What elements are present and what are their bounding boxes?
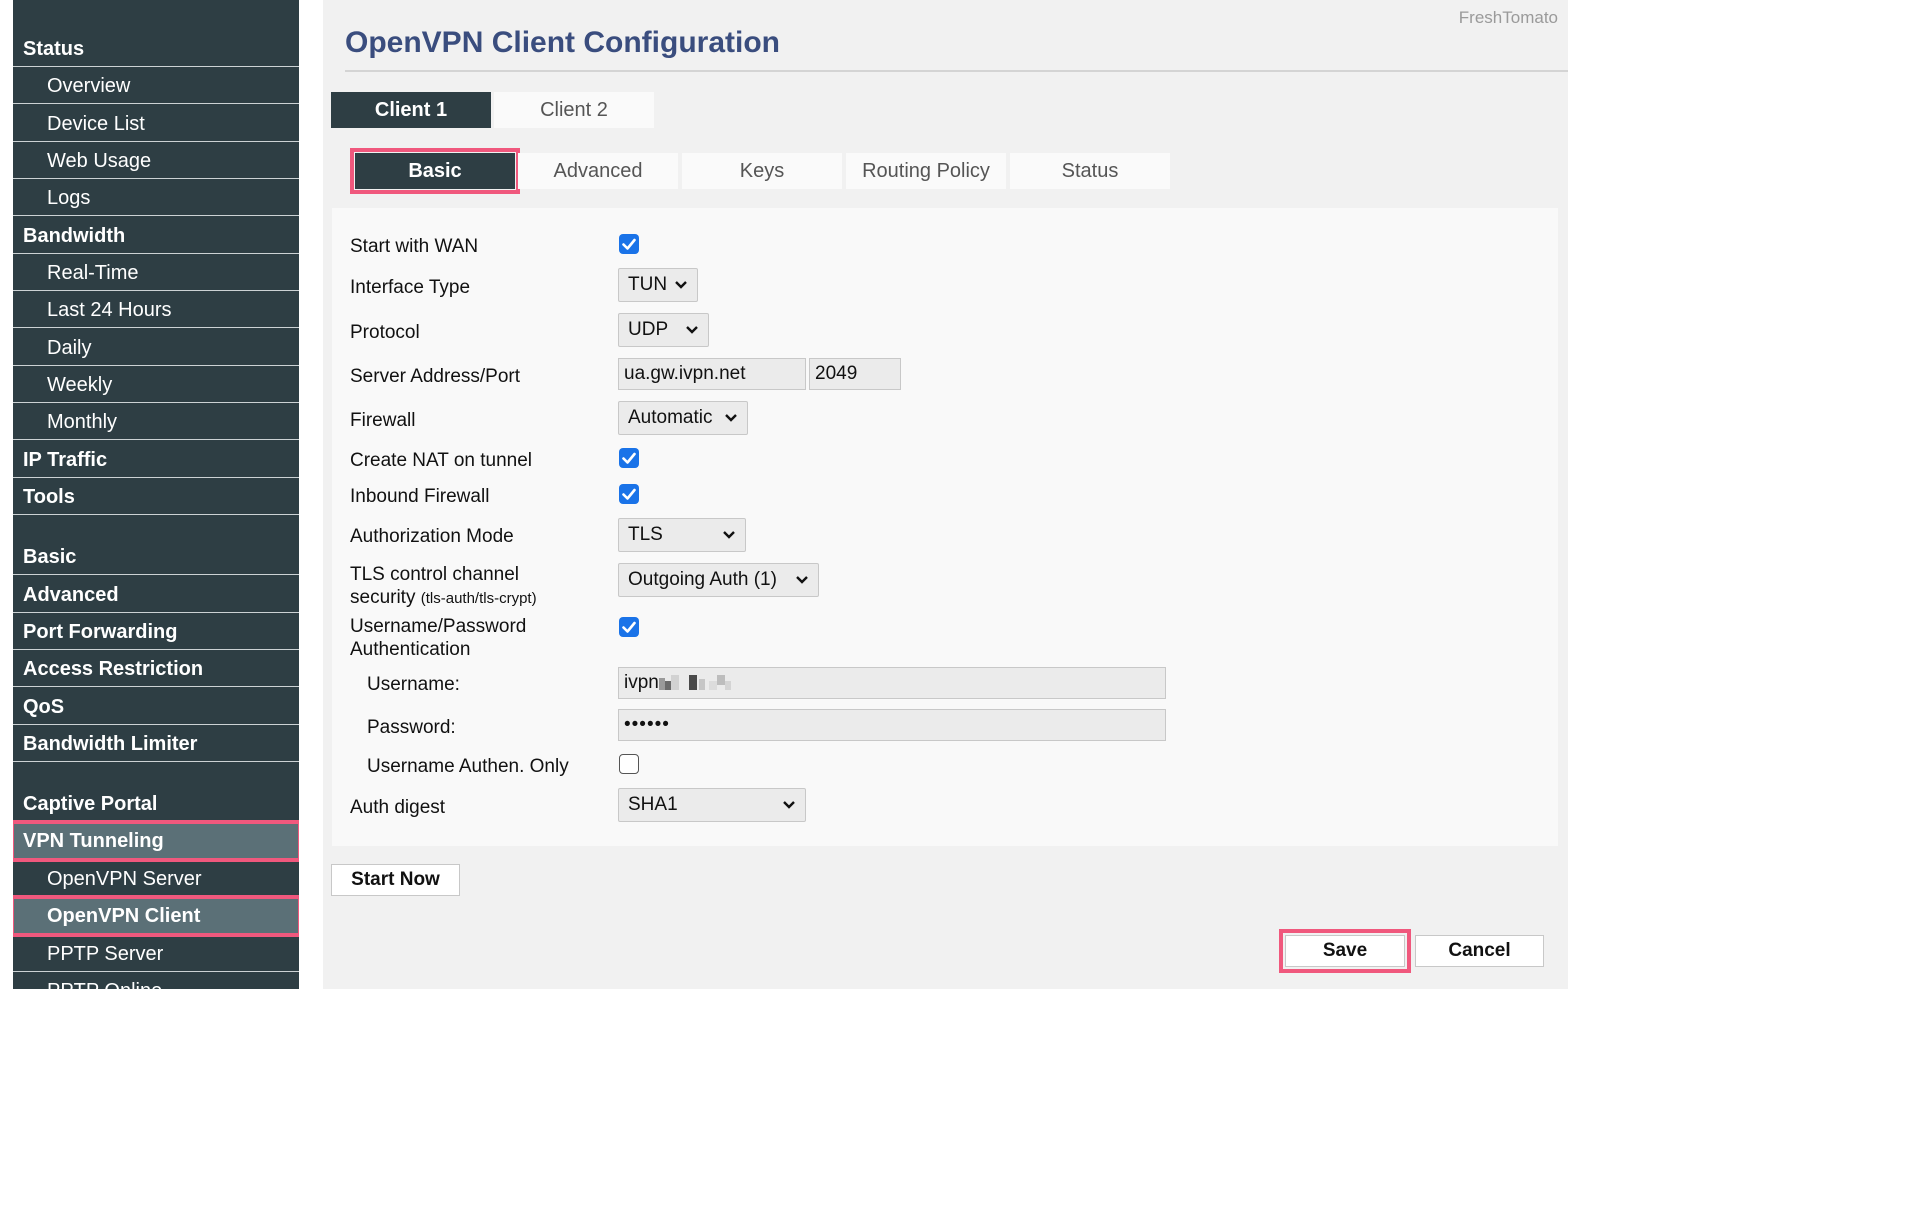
- sidebar-item-weekly[interactable]: Weekly: [13, 367, 299, 403]
- start-now-button[interactable]: Start Now: [331, 864, 460, 896]
- sidebar-item-overview[interactable]: Overview: [13, 68, 299, 104]
- chevron-down-icon: [723, 531, 735, 539]
- tls-control-select[interactable]: Outgoing Auth (1): [618, 563, 819, 597]
- tls-control-label-line2: security: [350, 587, 416, 608]
- auth-digest-label: Auth digest: [350, 797, 446, 818]
- tab-routing-policy[interactable]: Routing Policy: [846, 153, 1006, 189]
- start-with-wan-checkbox[interactable]: [619, 234, 639, 254]
- tab-client-2[interactable]: Client 2: [494, 92, 654, 128]
- sidebar-item-openvpn-client[interactable]: OpenVPN Client: [13, 895, 299, 937]
- tls-control-label-note: (tls-auth/tls-crypt): [420, 590, 537, 607]
- sidebar-section-bandwidth-limiter[interactable]: Bandwidth Limiter: [13, 726, 299, 762]
- firewall-label: Firewall: [350, 410, 416, 431]
- start-with-wan-label: Start with WAN: [350, 236, 479, 257]
- auth-digest-select[interactable]: SHA1: [618, 788, 806, 822]
- username-label: Username:: [367, 674, 460, 695]
- create-nat-label: Create NAT on tunnel: [350, 450, 533, 471]
- sidebar-section-advanced[interactable]: Advanced: [13, 577, 299, 613]
- password-label: Password:: [367, 717, 456, 738]
- server-address-input[interactable]: ua.gw.ivpn.net: [618, 358, 806, 390]
- password-input[interactable]: ••••••: [618, 709, 1166, 741]
- authorization-mode-label: Authorization Mode: [350, 526, 514, 547]
- server-address-port-label: Server Address/Port: [350, 366, 521, 387]
- sidebar-section-bandwidth[interactable]: Bandwidth: [13, 218, 299, 254]
- sidebar-section-captive-portal[interactable]: Captive Portal: [13, 786, 299, 822]
- title-divider: [345, 70, 1568, 72]
- authorization-mode-value: TLS: [628, 524, 663, 545]
- tab-client-1[interactable]: Client 1: [331, 92, 491, 128]
- interface-type-value: TUN: [628, 274, 668, 295]
- sidebar-section-tools[interactable]: Tools: [13, 479, 299, 515]
- tab-advanced[interactable]: Advanced: [518, 153, 678, 189]
- checkmark-icon: [622, 488, 636, 500]
- inbound-firewall-label: Inbound Firewall: [350, 486, 490, 507]
- checkmark-icon: [622, 238, 636, 250]
- authorization-mode-select[interactable]: TLS: [618, 518, 746, 552]
- save-button[interactable]: Save: [1279, 929, 1411, 973]
- username-value: ivpn: [624, 672, 659, 693]
- chevron-down-icon: [686, 326, 698, 334]
- sidebar-item-monthly[interactable]: Monthly: [13, 404, 299, 440]
- username-only-checkbox[interactable]: [619, 754, 639, 774]
- chevron-down-icon: [783, 801, 795, 809]
- userpass-auth-label-line1: Username/Password: [350, 616, 527, 637]
- page-title: OpenVPN Client Configuration: [345, 26, 780, 59]
- checkmark-icon: [622, 621, 636, 633]
- auth-digest-value: SHA1: [628, 794, 678, 815]
- protocol-label: Protocol: [350, 322, 420, 343]
- sidebar-item-web-usage[interactable]: Web Usage: [13, 143, 299, 179]
- interface-type-label: Interface Type: [350, 277, 471, 298]
- tls-control-label: TLS control channel security (tls-auth/t…: [350, 563, 537, 610]
- sidebar-item-last-24-hours[interactable]: Last 24 Hours: [13, 292, 299, 328]
- sidebar-section-access-restriction[interactable]: Access Restriction: [13, 651, 299, 687]
- sidebar-section-qos[interactable]: QoS: [13, 689, 299, 725]
- chevron-down-icon: [675, 281, 687, 289]
- userpass-auth-label: Username/Password Authentication: [350, 615, 526, 661]
- tls-control-value: Outgoing Auth (1): [628, 569, 777, 590]
- checkmark-icon: [622, 452, 636, 464]
- inbound-firewall-checkbox[interactable]: [619, 484, 639, 504]
- sidebar-item-logs[interactable]: Logs: [13, 180, 299, 216]
- protocol-value: UDP: [628, 319, 669, 340]
- firewall-value: Automatic: [628, 407, 713, 428]
- chevron-down-icon: [796, 576, 808, 584]
- settings-panel: Start with WAN Interface Type TUN Protoc…: [332, 208, 1558, 846]
- sidebar-section-basic[interactable]: Basic: [13, 539, 299, 575]
- sidebar-section-vpn-tunneling[interactable]: VPN Tunneling: [13, 820, 299, 862]
- main-content: FreshTomato OpenVPN Client Configuration…: [323, 0, 1568, 989]
- interface-type-select[interactable]: TUN: [618, 268, 698, 302]
- userpass-auth-label-line2: Authentication: [350, 639, 471, 660]
- protocol-select[interactable]: UDP: [618, 313, 709, 347]
- tab-status[interactable]: Status: [1010, 153, 1170, 189]
- firewall-select[interactable]: Automatic: [618, 401, 748, 435]
- sidebar-section-ip-traffic[interactable]: IP Traffic: [13, 442, 299, 478]
- redacted-text-icon: [658, 674, 731, 690]
- sidebar-item-daily[interactable]: Daily: [13, 330, 299, 366]
- cancel-button[interactable]: Cancel: [1415, 935, 1544, 967]
- brand-label: FreshTomato: [1458, 8, 1558, 27]
- sidebar-section-port-forwarding[interactable]: Port Forwarding: [13, 614, 299, 650]
- sidebar-section-status[interactable]: Status: [13, 31, 299, 67]
- username-only-label: Username Authen. Only: [367, 756, 569, 777]
- sidebar-item-real-time[interactable]: Real-Time: [13, 255, 299, 291]
- server-port-input[interactable]: 2049: [809, 358, 901, 390]
- username-input[interactable]: ivpn: [618, 667, 1166, 699]
- sidebar-item-openvpn-server[interactable]: OpenVPN Server: [13, 861, 299, 897]
- sidebar-nav: Status Overview Device List Web Usage Lo…: [13, 0, 299, 989]
- chevron-down-icon: [725, 414, 737, 422]
- tab-basic[interactable]: Basic: [350, 148, 520, 194]
- tab-keys[interactable]: Keys: [682, 153, 842, 189]
- tls-control-label-line1: TLS control channel: [350, 564, 519, 585]
- create-nat-checkbox[interactable]: [619, 448, 639, 468]
- sidebar-item-pptp-server[interactable]: PPTP Server: [13, 936, 299, 972]
- sidebar-item-pptp-online[interactable]: PPTP Online: [13, 973, 299, 989]
- sidebar-item-device-list[interactable]: Device List: [13, 106, 299, 142]
- userpass-auth-checkbox[interactable]: [619, 617, 639, 637]
